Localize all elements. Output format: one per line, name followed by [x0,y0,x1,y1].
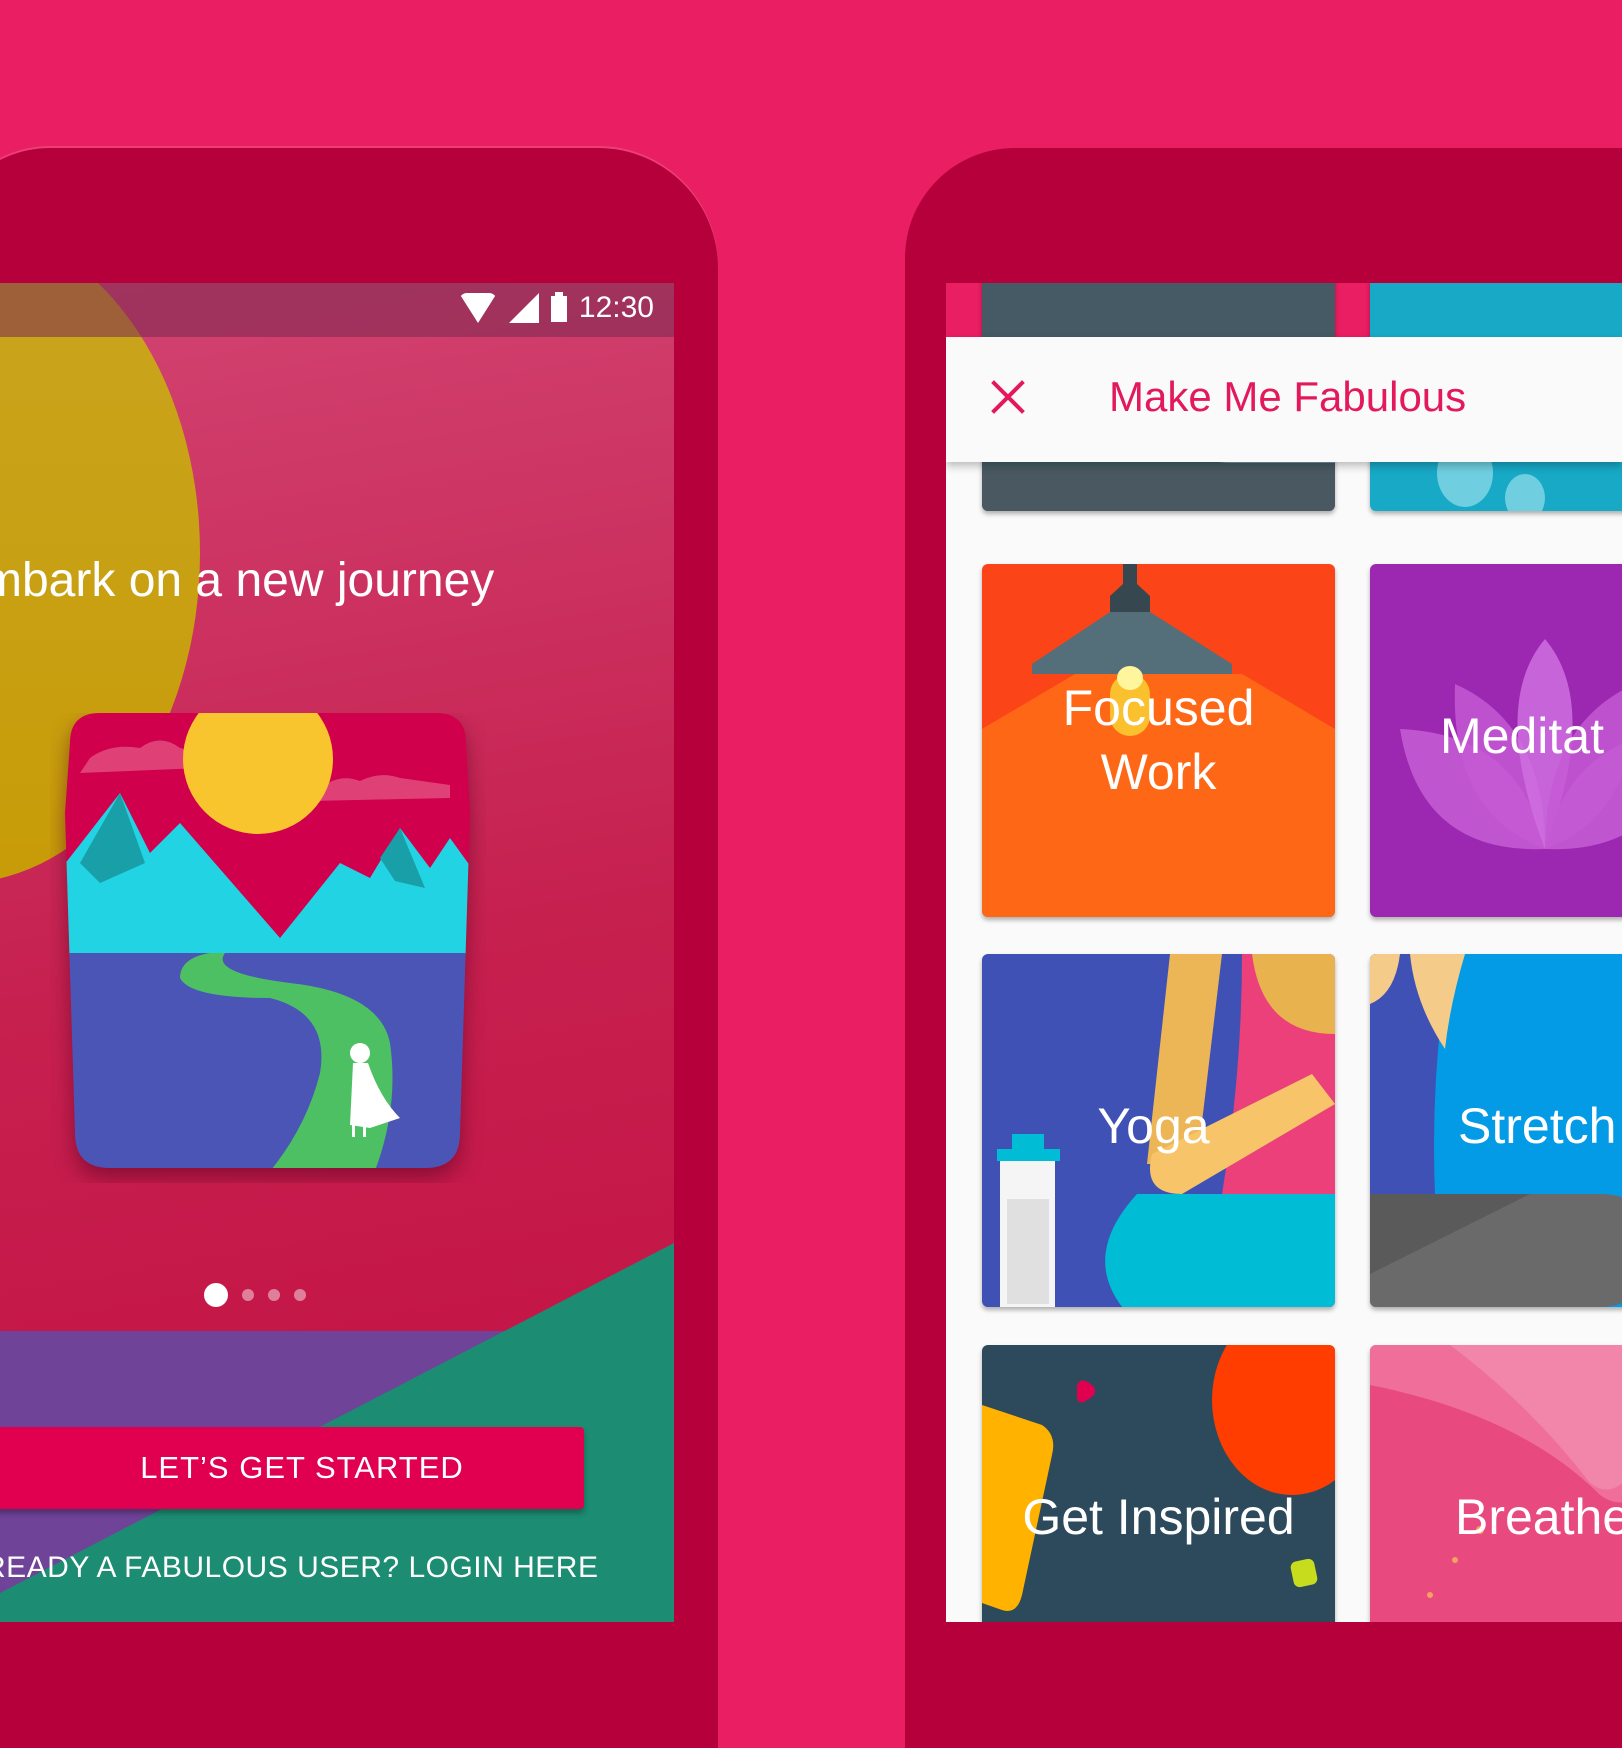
card-title: Stretch [1458,1098,1617,1154]
program-card-yoga[interactable]: Yoga [982,954,1335,1307]
program-card-meditation[interactable]: Meditat [1370,564,1622,917]
page-dot-active[interactable] [204,1283,228,1307]
close-icon[interactable] [988,377,1028,417]
program-card-breathe[interactable]: Breathe [1370,1345,1622,1622]
confetti-icon [982,1345,1335,1611]
card-title: Work [1100,744,1217,800]
wifi-icon [458,293,497,323]
card-title: Breathe [1455,1489,1622,1545]
program-card-focused-work[interactable]: Focused Work [982,564,1335,917]
status-time: 12:30 [578,291,654,324]
page-dot[interactable] [242,1289,254,1301]
program-card-stretch[interactable]: Stretch [1370,954,1622,1307]
cell-signal-icon [508,293,539,323]
left-phone-screen: 12:30 mbark on a new journey LET’S GET S… [0,283,674,1622]
page-dot[interactable] [294,1289,306,1301]
status-bar: 12:30 [0,283,674,337]
app-toolbar: Make Me Fabulous [946,337,1622,462]
card-title: Focused [1062,680,1255,736]
card-title: Yoga [1097,1098,1210,1154]
right-phone-screen: Make Me Fabulous Focused Work Meditat Yo… [946,283,1622,1622]
page-dot[interactable] [268,1289,280,1301]
battery-icon [550,292,567,322]
onboarding-headline: mbark on a new journey [0,554,495,607]
toolbar-title: Make Me Fabulous [1109,373,1467,420]
program-card-get-inspired[interactable]: Get Inspired [982,1345,1335,1622]
page-indicator[interactable] [204,1283,306,1307]
breathe-icon [1370,1345,1622,1598]
get-started-button[interactable]: LET’S GET STARTED [0,1427,584,1509]
journey-illustration [65,713,470,1168]
login-link[interactable]: READY A FABULOUS USER? LOGIN HERE [0,1551,598,1585]
card-title: Meditat [1440,708,1604,764]
card-title: Get Inspired [1022,1489,1295,1545]
